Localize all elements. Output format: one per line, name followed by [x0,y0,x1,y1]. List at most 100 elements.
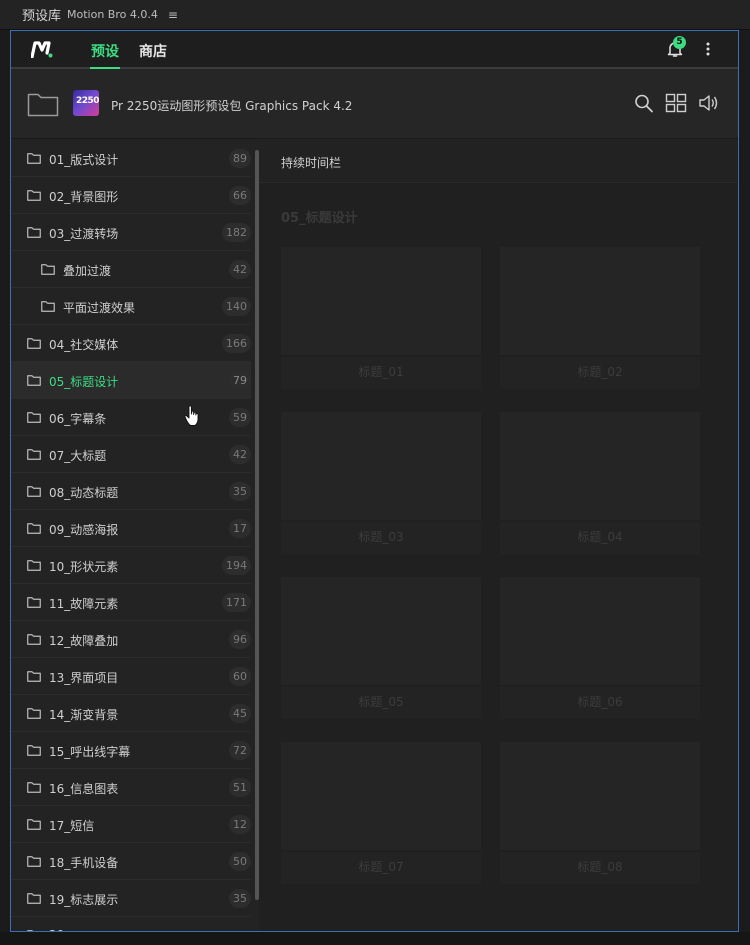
sidebar-item-label: 02_背景图形 [49,190,119,204]
preset-tile[interactable]: 标题_04 [500,412,700,554]
preset-content: 持续时间栏 05_标题设计 标题_01 标题_02 标题_03 标题_04 标题_05 标… [259,139,738,931]
sidebar-item-label: 09_动感海报 [49,523,119,537]
sidebar-item-10[interactable]: 08_动态标题 35 [11,473,251,510]
sidebar-item-count: 166 [222,334,251,353]
preset-thumbnail [281,247,481,355]
folder-icon[interactable] [27,91,59,117]
sidebar-item-5[interactable]: 平面过渡效果 140 [11,288,251,325]
hand-cursor-icon [184,405,199,426]
sidebar-item-12[interactable]: 10_形状元素 194 [11,547,251,584]
folder-icon [41,301,55,312]
sidebar-item-19[interactable]: 17_短信 12 [11,806,251,843]
top-nav: 预设 商店 5 [11,31,738,69]
sidebar-item-label: 19_标志展示 [49,893,119,907]
notification-badge[interactable]: 5 [673,36,686,49]
sidebar-item-count: 42 [229,260,251,279]
sidebar-item-label: 05_标题设计 [49,375,119,389]
preset-tile[interactable]: 标题_07 [281,742,481,884]
tab-presets[interactable]: 预设 [90,41,120,69]
preset-thumbnail [500,247,700,355]
preset-tile[interactable]: 标题_08 [500,742,700,884]
preset-tile[interactable]: 标题_01 [281,247,481,389]
folder-icon [27,153,41,164]
sidebar-item-count: 35 [229,889,251,908]
folder-icon [27,560,41,571]
sidebar-item-label: 07_大标题 [49,449,107,463]
sidebar-item-count: 79 [229,371,251,390]
sound-icon[interactable] [698,93,720,113]
folder-icon [27,190,41,201]
sidebar-item-16[interactable]: 14_渐变背景 45 [11,695,251,732]
sidebar-item-count: 51 [229,778,251,797]
sidebar-item-label: 12_故障叠加 [49,634,119,648]
preset-tile[interactable]: 标题_02 [500,247,700,389]
motion-bro-logo-icon[interactable] [31,40,53,58]
preset-thumbnail [281,412,481,520]
sidebar-item-count: 17 [229,519,251,538]
sidebar-item-21[interactable]: 19_标志展示 35 [11,880,251,917]
sidebar-item-11[interactable]: 09_动感海报 17 [11,510,251,547]
folder-icon [27,819,41,830]
preset-thumbnail [500,412,700,520]
preset-tile-label: 标题_08 [500,852,700,884]
sidebar-item-14[interactable]: 12_故障叠加 96 [11,621,251,658]
folder-icon [27,856,41,867]
sidebar-item-6[interactable]: 04_社交媒体 166 [11,325,251,362]
tab-store[interactable]: 商店 [139,41,167,61]
sidebar-item-label: 14_渐变背景 [49,708,119,722]
bottom-strip [0,932,750,945]
preset-thumbnail [281,577,481,685]
sidebar-item-9[interactable]: 07_大标题 42 [11,436,251,473]
sidebar-item-label: 03_过渡转场 [49,227,119,241]
sidebar-item-2[interactable]: 02_背景图形 66 [11,177,251,214]
folder-icon [27,338,41,349]
sidebar-item-8[interactable]: 06_字幕条 59 [11,399,251,436]
sidebar-item-label: 01_版式设计 [49,153,119,167]
folder-icon [41,264,55,275]
app-name: Motion Bro 4.0.4 [67,8,158,21]
preset-tile[interactable]: 标题_03 [281,412,481,554]
pack-thumbnail: 2250 [73,90,99,116]
sidebar-item-count: 171 [222,593,251,612]
panel-menu-icon[interactable]: ≡ [168,8,178,22]
folder-icon [27,486,41,497]
sidebar-item-3[interactable]: 03_过渡转场 182 [11,214,251,251]
preset-tile[interactable]: 标题_06 [500,577,700,719]
duration-bar[interactable]: 持续时间栏 [259,139,737,183]
sidebar-item-22[interactable]: 20_... [11,917,251,931]
grid-view-icon[interactable] [665,93,687,113]
folder-icon [27,708,41,719]
search-icon[interactable] [633,93,655,113]
preset-thumbnail [500,742,700,850]
preset-tile-label: 标题_07 [281,852,481,884]
sidebar-item-13[interactable]: 11_故障元素 171 [11,584,251,621]
window-titlebar: 预设库 Motion Bro 4.0.4 ≡ [0,0,750,30]
sidebar-item-count: 12 [229,815,251,834]
sidebar-item-count: 89 [229,149,251,168]
preset-tile-label: 标题_05 [281,687,481,719]
section-title: 05_标题设计 [281,211,358,226]
more-options-icon[interactable] [705,41,711,57]
duration-bar-label: 持续时间栏 [281,156,342,170]
sidebar-item-count: 45 [229,704,251,723]
sidebar-item-label: 叠加过渡 [63,264,112,278]
sidebar-item-1[interactable]: 01_版式设计 89 [11,140,251,177]
folder-icon [27,745,41,756]
category-sidebar: 01_版式设计 89 02_背景图形 66 03_过渡转场 182 叠加过渡 42 平面过渡效果… [11,139,259,931]
sidebar-item-7[interactable]: 05_标题设计 79 [11,362,251,399]
folder-icon [27,523,41,534]
preset-tile[interactable]: 标题_05 [281,577,481,719]
pack-title[interactable]: Pr 2250运动图形预设包 Graphics Pack 4.2 [111,97,352,114]
sidebar-item-label: 06_字幕条 [49,412,107,426]
sidebar-item-17[interactable]: 15_呼出线字幕 72 [11,732,251,769]
sidebar-item-label: 10_形状元素 [49,560,119,574]
sidebar-item-label: 11_故障元素 [49,597,119,611]
sidebar-item-label: 15_呼出线字幕 [49,745,131,759]
sidebar-item-count: 59 [229,408,251,427]
sidebar-item-label: 04_社交媒体 [49,338,119,352]
sidebar-item-20[interactable]: 18_手机设备 50 [11,843,251,880]
sidebar-item-18[interactable]: 16_信息图表 51 [11,769,251,806]
sidebar-item-15[interactable]: 13_界面项目 60 [11,658,251,695]
sidebar-item-label: 18_手机设备 [49,856,119,870]
sidebar-item-4[interactable]: 叠加过渡 42 [11,251,251,288]
